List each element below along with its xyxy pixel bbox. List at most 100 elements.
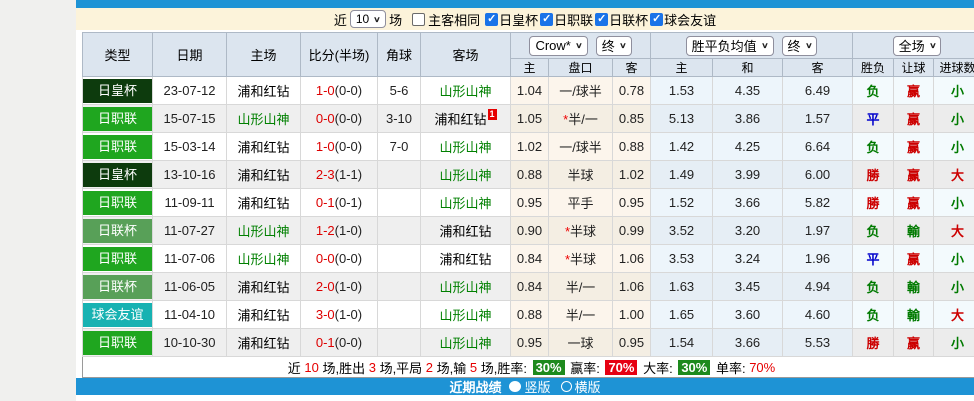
bookmaker-select[interactable]: Crow* ∨ xyxy=(529,36,587,56)
cell-score: 2-0(1-0) xyxy=(301,273,378,301)
checkbox-checked-icon[interactable] xyxy=(485,13,498,26)
recent-count-select[interactable]: 10 ∨ xyxy=(350,10,386,28)
cell-score: 3-0(1-0) xyxy=(301,301,378,329)
cell-home-team: 浦和红钻 xyxy=(227,161,301,189)
home-team-name: 浦和红钻 xyxy=(237,196,289,211)
euro-avg-select[interactable]: 胜平负均值 ∨ xyxy=(686,36,774,56)
rate-badge: 30% xyxy=(678,360,710,375)
asian-odds-state-select[interactable]: 终 ∨ xyxy=(596,36,632,56)
cell-league-type: 日职联 xyxy=(83,329,153,357)
cell-goals-result: 大 xyxy=(934,161,974,189)
cell-handicap-result: 赢 xyxy=(894,329,934,357)
table-row: 日职联11-07-06山形山神0-0(0-0)浦和红钻0.84*半球1.063.… xyxy=(83,245,974,273)
cell-away-team: 山形山神 xyxy=(421,329,511,357)
cell-away-team: 山形山神 xyxy=(421,133,511,161)
fulltime-score: 0-0 xyxy=(316,111,335,126)
table-row: 日皇杯23-07-12浦和红钻1-0(0-0)5-6山形山神1.04一/球半0.… xyxy=(83,77,974,105)
cell-avg-away-odds: 4.60 xyxy=(783,301,853,329)
cell-home-team: 浦和红钻 xyxy=(227,133,301,161)
summary-text: 单率: xyxy=(712,358,749,377)
cell-ah-line: 半/一 xyxy=(549,273,613,301)
cell-home-team: 浦和红钻 xyxy=(227,301,301,329)
rate-badge: 70% xyxy=(605,360,637,375)
cell-avg-away-odds: 6.00 xyxy=(783,161,853,189)
halftime-score: (1-0) xyxy=(335,307,362,322)
sub-header-ah-line: 盘口 xyxy=(549,59,613,77)
league-filter[interactable]: 日联杯 xyxy=(595,10,648,29)
cell-avg-draw-odds: 3.99 xyxy=(713,161,783,189)
halftime-score: (0-0) xyxy=(335,111,362,126)
cell-avg-away-odds: 1.57 xyxy=(783,105,853,133)
halftime-score: (0-0) xyxy=(335,83,362,98)
cell-away-team: 浦和红钻 xyxy=(421,245,511,273)
scope-select[interactable]: 全场 ∨ xyxy=(893,36,942,56)
cell-avg-away-odds: 4.94 xyxy=(783,273,853,301)
home-team-name: 浦和红钻 xyxy=(237,280,289,295)
cell-score: 1-0(0-0) xyxy=(301,133,378,161)
radio-icon[interactable] xyxy=(561,381,572,392)
league-filter[interactable]: 日皇杯 xyxy=(485,10,538,29)
cell-avg-away-odds: 1.96 xyxy=(783,245,853,273)
radio-selected-icon[interactable] xyxy=(509,381,521,392)
cell-ah-home-odds: 0.95 xyxy=(511,189,549,217)
table-row: 日联杯11-07-27山形山神1-2(1-0)浦和红钻0.90*半球0.993.… xyxy=(83,217,974,245)
cell-avg-draw-odds: 3.66 xyxy=(713,189,783,217)
home-team-name: 浦和红钻 xyxy=(237,168,289,183)
cell-avg-home-odds: 1.53 xyxy=(651,77,713,105)
cell-ah-home-odds: 0.88 xyxy=(511,161,549,189)
home-team-name: 山形山神 xyxy=(237,252,289,267)
cell-goals-result: 小 xyxy=(934,245,974,273)
cell-goals-result: 小 xyxy=(934,133,974,161)
cell-goals-result: 小 xyxy=(934,105,974,133)
page: 近 10 ∨ 场 主客相同 日皇杯日职联日联杯球会友谊 类型 日 xyxy=(0,0,974,401)
layout-option[interactable]: 横版 xyxy=(561,377,601,396)
summary-text: 场,胜率: xyxy=(477,358,530,377)
cell-outcome: 负 xyxy=(853,217,894,245)
cell-away-team: 山形山神 xyxy=(421,189,511,217)
league-filter[interactable]: 球会友谊 xyxy=(650,10,716,29)
chevron-down-icon: ∨ xyxy=(929,41,937,50)
halftime-score: (1-0) xyxy=(335,279,362,294)
summary-text: 场,平局 xyxy=(376,358,426,377)
cell-league-type: 日职联 xyxy=(83,245,153,273)
chevron-down-icon: ∨ xyxy=(373,15,381,24)
summary-text: 5 xyxy=(470,360,477,375)
league-type-badge: 日职联 xyxy=(83,107,152,131)
table-row: 日联杯11-06-05浦和红钻2-0(1-0)山形山神0.84半/一1.061.… xyxy=(83,273,974,301)
euro-odds-state-select[interactable]: 终 ∨ xyxy=(782,36,818,56)
content-panel: 近 10 ∨ 场 主客相同 日皇杯日职联日联杯球会友谊 类型 日 xyxy=(76,0,974,401)
cell-score: 0-1(0-1) xyxy=(301,189,378,217)
cell-ah-home-odds: 0.84 xyxy=(511,245,549,273)
checkbox-checked-icon[interactable] xyxy=(650,13,663,26)
euro-odds-group-header: 胜平负均值 ∨ 终 ∨ xyxy=(651,33,853,59)
cell-avg-away-odds: 6.64 xyxy=(783,133,853,161)
home-team-name: 山形山神 xyxy=(237,112,289,127)
cell-handicap-result: 輸 xyxy=(894,301,934,329)
checkbox-checked-icon[interactable] xyxy=(540,13,553,26)
cell-avg-draw-odds: 4.35 xyxy=(713,77,783,105)
fulltime-score: 2-3 xyxy=(316,167,335,182)
cell-ah-home-odds: 0.95 xyxy=(511,329,549,357)
cell-outcome: 勝 xyxy=(853,189,894,217)
cell-avg-home-odds: 3.53 xyxy=(651,245,713,273)
games-label: 场 xyxy=(389,10,402,29)
chevron-down-icon: ∨ xyxy=(805,41,813,50)
cell-outcome: 负 xyxy=(853,133,894,161)
rate-badge: 30% xyxy=(533,360,565,375)
fulltime-score: 0-1 xyxy=(316,335,335,350)
checkbox-checked-icon[interactable] xyxy=(595,13,608,26)
halftime-score: (1-1) xyxy=(335,167,362,182)
cell-home-team: 浦和红钻 xyxy=(227,329,301,357)
sub-header-outcome: 胜负 xyxy=(853,59,894,77)
cell-ah-away-odds: 1.02 xyxy=(613,161,651,189)
cell-ah-home-odds: 1.02 xyxy=(511,133,549,161)
league-filter[interactable]: 日职联 xyxy=(540,10,593,29)
star-marker: * xyxy=(565,252,570,267)
cell-date: 11-04-10 xyxy=(153,301,227,329)
sub-header-avg-draw: 和 xyxy=(713,59,783,77)
same-venue-checkbox[interactable] xyxy=(412,13,425,26)
asian-odds-group-header: Crow* ∨ 终 ∨ xyxy=(511,33,651,59)
cell-ah-away-odds: 0.78 xyxy=(613,77,651,105)
cell-handicap-result: 赢 xyxy=(894,77,934,105)
layout-option[interactable]: 竖版 xyxy=(509,377,550,396)
